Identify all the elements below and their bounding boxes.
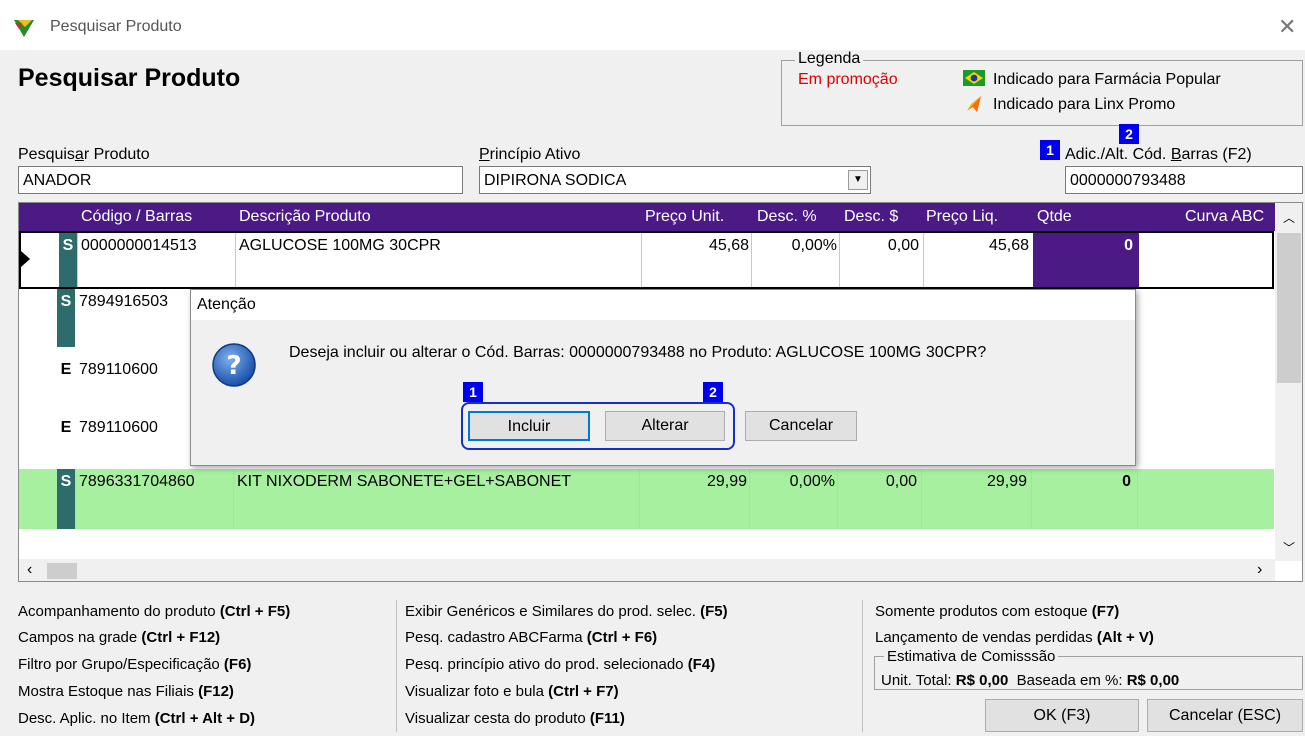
shortcut-abcfarma[interactable]: Pesq. cadastro ABCFarma (Ctrl + F6) xyxy=(405,629,657,646)
dialog-title: Atenção xyxy=(197,296,256,313)
alterar-button[interactable]: Alterar xyxy=(605,411,725,441)
shortcut-acompanhamento[interactable]: Acompanhamento do produto (Ctrl + F5) xyxy=(18,603,290,620)
horizontal-scrollbar[interactable]: ‹ › xyxy=(19,559,1275,581)
col-qtde[interactable]: Qtde xyxy=(1037,208,1072,226)
col-desc-val[interactable]: Desc. $ xyxy=(844,208,898,226)
annotation-badge-2: 2 xyxy=(1119,124,1139,144)
col-desc-pct[interactable]: Desc. % xyxy=(757,208,817,226)
comissao-values: Unit. Total: R$ 0,00 Baseada em %: R$ 0,… xyxy=(881,672,1180,689)
cancelar-button[interactable]: Cancelar xyxy=(745,411,857,441)
close-icon[interactable]: ✕ xyxy=(1278,14,1296,40)
comissao-label: Estimativa de Comisssão xyxy=(884,648,1059,665)
shortcut-somente-estoque[interactable]: Somente produtos com estoque (F7) xyxy=(875,603,1119,620)
ok-button[interactable]: OK (F3) xyxy=(985,699,1139,732)
chevron-down-icon[interactable]: ﹀ xyxy=(1283,539,1295,556)
shortcut-filtro-grupo[interactable]: Filtro por Grupo/Especificação (F6) xyxy=(18,656,251,673)
legend-promo-text: Em promoção xyxy=(798,71,898,88)
legend-linx-promo: Indicado para Linx Promo xyxy=(993,96,1176,113)
row-flag: S xyxy=(57,289,75,347)
col-preco-unit[interactable]: Preço Unit. xyxy=(645,208,724,226)
page-title: Pesquisar Produto xyxy=(18,64,241,92)
table-row[interactable]: S 0000000014513 AGLUCOSE 100MG 30CPR 45,… xyxy=(19,231,1274,289)
legend-farmacia-popular: Indicado para Farmácia Popular xyxy=(993,71,1221,88)
row-qtde[interactable]: 0 xyxy=(1031,473,1137,491)
row-descricao: KIT NIXODERM SABONETE+GEL+SABONET xyxy=(237,473,572,490)
annotation-badge-1: 1 xyxy=(1040,140,1060,160)
shortcut-campos-grade[interactable]: Campos na grade (Ctrl + F12) xyxy=(18,629,220,646)
row-codigo: 789110600 xyxy=(79,419,158,436)
cancel-button[interactable]: Cancelar (ESC) xyxy=(1147,699,1303,732)
chevron-left-icon[interactable]: ‹ xyxy=(27,561,32,579)
legend-label: Legenda xyxy=(795,50,864,68)
principio-ativo-label: Princípio Ativo xyxy=(479,146,581,163)
grid-header: Código / Barras Descrição Produto Preço … xyxy=(19,203,1284,231)
hscroll-thumb[interactable] xyxy=(47,563,77,579)
row-preco: 45,68 xyxy=(708,237,749,254)
annotation-badge-2: 2 xyxy=(703,382,723,402)
linx-promo-icon xyxy=(967,96,981,112)
row-desc-pct: 0,00% xyxy=(789,473,835,490)
dialog-titlebar xyxy=(191,290,1135,320)
row-preco-liq: 29,99 xyxy=(986,473,1027,490)
row-codigo: 7894916503 xyxy=(79,293,168,310)
chevron-right-icon[interactable]: › xyxy=(1257,561,1262,579)
svg-text:?: ? xyxy=(226,351,241,381)
shortcut-desc-aplic[interactable]: Desc. Aplic. no Item (Ctrl + Alt + D) xyxy=(18,710,255,727)
table-row[interactable]: S 7896331704860 KIT NIXODERM SABONETE+GE… xyxy=(19,469,1274,529)
row-descricao: AGLUCOSE 100MG 30CPR xyxy=(239,237,441,254)
shortcut-principio-ativo[interactable]: Pesq. princípio ativo do prod. seleciona… xyxy=(405,656,715,673)
incluir-button[interactable]: Incluir xyxy=(468,411,590,441)
row-preco: 29,99 xyxy=(706,473,747,490)
window-title: Pesquisar Produto xyxy=(50,18,182,35)
col-curva-abc[interactable]: Curva ABC xyxy=(1185,208,1273,226)
dialog-message: Deseja incluir ou alterar o Cód. Barras:… xyxy=(289,344,987,361)
row-preco-liq: 45,68 xyxy=(988,237,1029,254)
confirm-dialog: Atenção ? Deseja incluir ou alterar o Có… xyxy=(190,289,1136,466)
produto-label: Pesquisar Produto xyxy=(18,146,150,163)
title-bar xyxy=(0,0,1305,50)
row-flag: E xyxy=(60,419,72,436)
row-desc-pct: 0,00% xyxy=(791,237,837,254)
vertical-scrollbar[interactable]: ︿ ﹀ xyxy=(1275,203,1302,561)
cod-barras-label: Adic./Alt. Cód. Barras (F2) xyxy=(1065,146,1252,163)
row-codigo: 789110600 xyxy=(79,361,158,378)
col-codigo[interactable]: Código / Barras xyxy=(81,208,192,226)
shortcut-vendas-perdidas[interactable]: Lançamento de vendas perdidas (Alt + V) xyxy=(875,629,1154,646)
row-desc-val: 0,00 xyxy=(887,237,919,254)
chevron-down-icon[interactable]: ▼ xyxy=(848,170,868,190)
row-flag: S xyxy=(57,469,75,529)
legend-box xyxy=(781,60,1303,126)
row-pointer-icon xyxy=(21,251,30,267)
shortcut-genericos[interactable]: Exibir Genéricos e Similares do prod. se… xyxy=(405,603,728,620)
shortcut-cesta[interactable]: Visualizar cesta do produto (F11) xyxy=(405,710,625,727)
chevron-up-icon[interactable]: ︿ xyxy=(1283,209,1295,226)
row-flag: E xyxy=(60,361,72,378)
row-codigo: 7896331704860 xyxy=(79,473,195,490)
shortcut-foto-bula[interactable]: Visualizar foto e bula (Ctrl + F7) xyxy=(405,683,619,700)
row-flag: S xyxy=(59,233,77,287)
row-desc-val: 0,00 xyxy=(885,473,917,490)
row-codigo: 0000000014513 xyxy=(81,237,197,254)
brazil-flag-icon xyxy=(963,70,985,86)
annotation-badge-1: 1 xyxy=(463,382,483,402)
shortcut-estoque-filiais[interactable]: Mostra Estoque nas Filiais (F12) xyxy=(18,683,234,700)
question-icon: ? xyxy=(212,343,256,387)
produto-search-input[interactable]: ANADOR xyxy=(18,166,463,194)
col-preco-liq[interactable]: Preço Liq. xyxy=(926,208,998,226)
principio-ativo-select[interactable]: DIPIRONA SODICA xyxy=(479,166,871,194)
row-qtde[interactable]: 0 xyxy=(1033,233,1139,287)
col-descricao[interactable]: Descrição Produto xyxy=(239,208,371,226)
cod-barras-input[interactable]: 0000000793488 xyxy=(1065,166,1303,194)
app-logo-icon xyxy=(14,20,34,37)
scroll-thumb[interactable] xyxy=(1277,233,1301,383)
